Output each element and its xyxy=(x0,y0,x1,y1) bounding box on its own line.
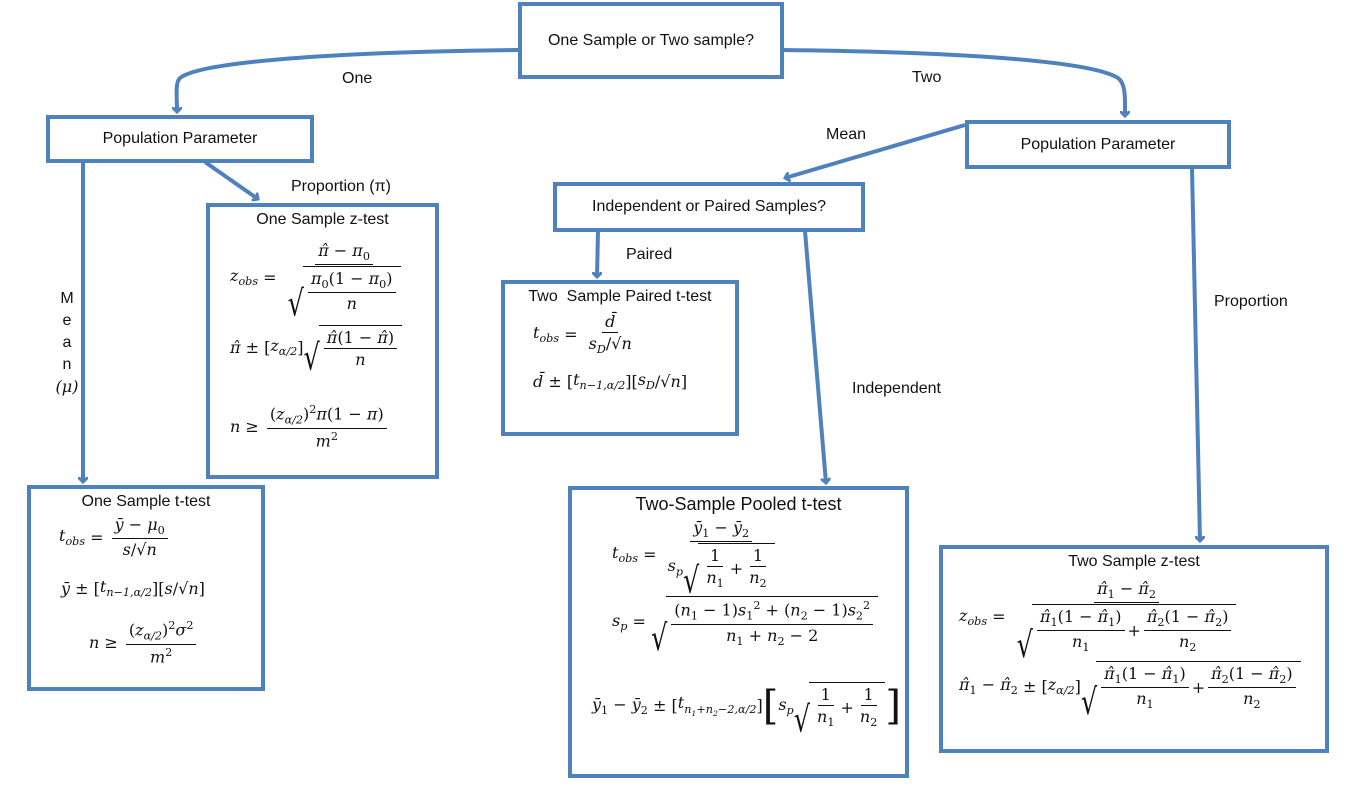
mean-letter: M xyxy=(60,290,74,307)
confidence-interval-formula: π̂1 − π̂2 ± [zα/2] √ π̂1(1 − π̂1) n1 + π̂2(1… xyxy=(959,661,1301,720)
t-obs-formula: tobs = d̄ sD/√n xyxy=(533,312,632,357)
sample-size-formula: n ≥ (zα/2)2π(1 − π) m2 xyxy=(230,403,390,450)
box-title: Two Sample z-test xyxy=(1068,553,1200,570)
pooled-sd-formula: sp = √ (n1 − 1)s12 + (n2 − 1)s22 n1 + n2 −… xyxy=(612,596,879,657)
one-sample-t-test-box: One Sample t-test tobs = ȳ − μ0 s/√n ȳ ± … xyxy=(27,485,265,691)
edge-paired xyxy=(597,230,598,277)
box-title: Two-Sample Pooled t-test xyxy=(635,494,842,514)
box-title: One Sample z-test xyxy=(256,211,389,228)
edge-label-proportion-right: Proportion xyxy=(1214,293,1288,310)
edge-right-proportion xyxy=(1190,167,1200,541)
population-parameter-right-label: Population Parameter xyxy=(1020,135,1176,153)
box-title: Two Sample Paired t-test xyxy=(528,288,712,305)
confidence-interval-formula: d̄ ± [tn−1,α/2][sD/√ n] xyxy=(533,370,688,393)
two-sample-z-test-box: Two Sample z-test zobs = π̂1 − π̂2 √ π̂1(… xyxy=(939,545,1329,753)
edge-right-mean xyxy=(785,123,966,178)
root-question-label: One Sample or Two sample? xyxy=(547,31,755,49)
confidence-interval-formula: π̂ ± [zα/2] √ π̂(1 − π̂) n xyxy=(230,325,403,377)
mean-letter: a xyxy=(62,334,72,351)
mean-letter: e xyxy=(62,312,72,329)
pooled-t-test-box: Two-Sample Pooled t-test tobs = ȳ1 − ȳ2 … xyxy=(568,486,909,778)
t-obs-formula: tobs = ȳ − μ0 s/√n xyxy=(59,515,171,559)
edge-label-independent: Independent xyxy=(852,380,941,397)
t-obs-formula: tobs = ȳ1 − ȳ2 sp √ 1 n1 +1 n2 xyxy=(612,518,781,599)
confidence-interval-formula: ȳ ± [tn−1,α/2][s/√ n] xyxy=(61,577,205,600)
paired-t-test-box: Two Sample Paired t-test tobs = d̄ sD/√n … xyxy=(501,280,739,436)
edge-label-two: Two xyxy=(912,69,942,86)
box-title: One Sample t-test xyxy=(81,493,211,510)
independent-or-paired-node: Independent or Paired Samples? xyxy=(553,182,865,232)
z-obs-formula: zobs = π̂ − π0 √ π0(1 − π0) n xyxy=(230,241,407,322)
confidence-interval-formula: ȳ1 − ȳ2 ± [tn1+n2−2,α/2] [ sp √ 1 n1 +1 n2 ] xyxy=(592,682,901,741)
edge-left-proportion xyxy=(203,160,258,199)
population-parameter-left-node: Population Parameter xyxy=(46,115,314,163)
mean-letter: (μ) xyxy=(55,377,79,396)
edge-label-proportion-pi: Proportion (π) xyxy=(291,178,391,195)
sample-size-formula: n ≥ (zα/2)2σ2 m2 xyxy=(89,619,199,666)
population-parameter-right-node: Population Parameter xyxy=(965,120,1231,169)
root-question-node: One Sample or Two sample? xyxy=(518,2,784,79)
z-obs-formula: zobs = π̂1 − π̂2 √ π̂1(1 − π̂1) n1 + π̂2(1 −… xyxy=(959,579,1242,664)
independent-or-paired-label: Independent or Paired Samples? xyxy=(592,198,826,215)
edge-label-mean-right: Mean xyxy=(826,126,867,143)
edge-label-paired: Paired xyxy=(626,246,673,263)
edge-independent xyxy=(803,230,826,483)
edge-label-one: One xyxy=(342,70,373,87)
mean-letter: n xyxy=(62,356,72,373)
edge-two xyxy=(782,48,1125,116)
edge-label-mean-mu: M e a n (μ) xyxy=(52,288,82,398)
one-sample-z-test-box: One Sample z-test zobs = π̂ − π0 √ π0(1 −… xyxy=(206,203,439,479)
population-parameter-left-label: Population Parameter xyxy=(102,130,258,147)
